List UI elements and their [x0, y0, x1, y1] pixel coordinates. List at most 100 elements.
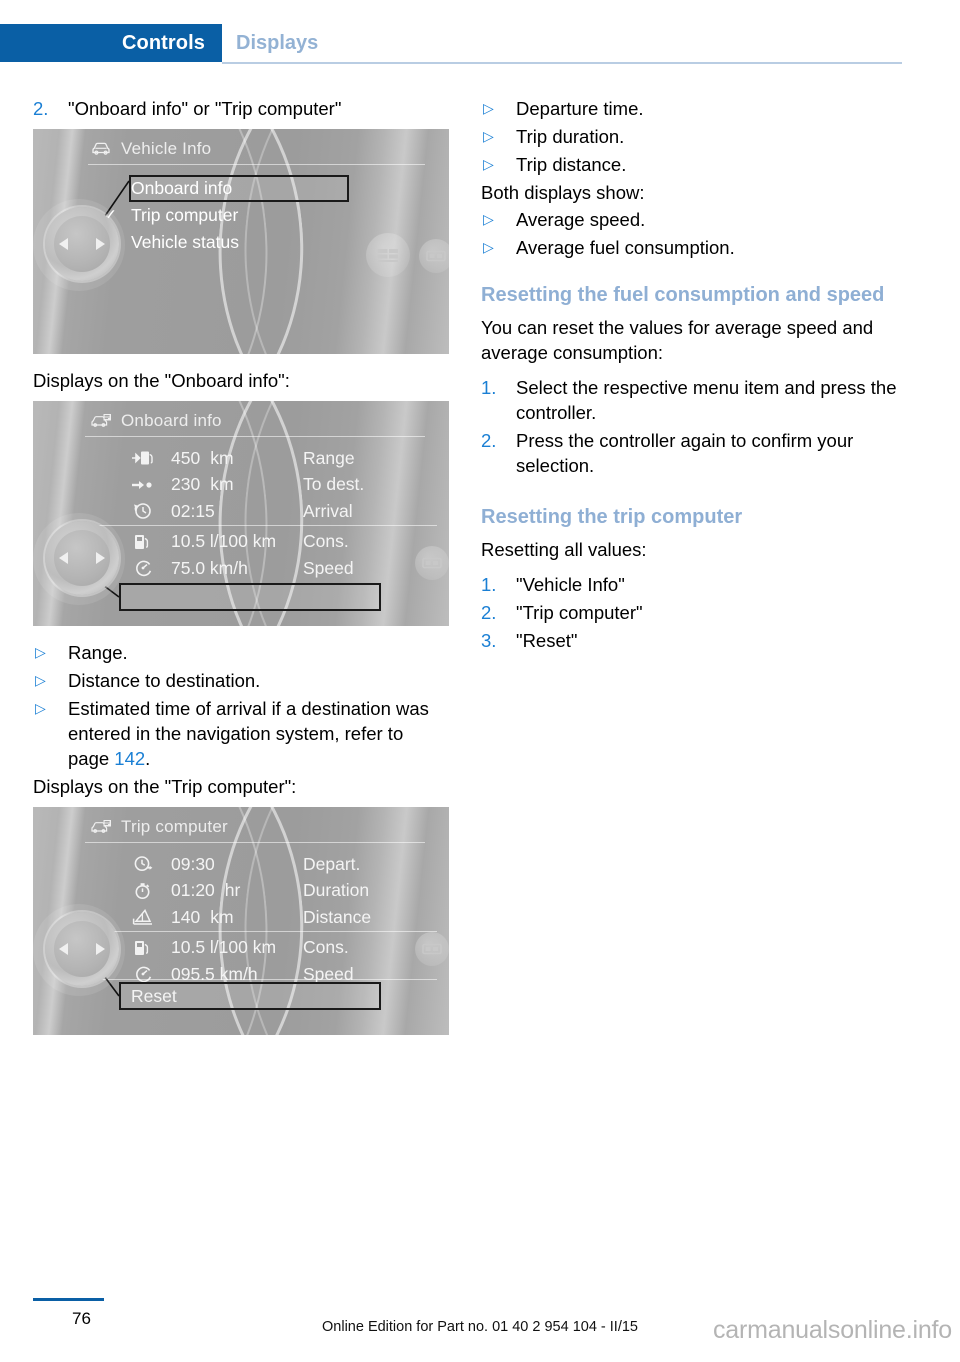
step-number: 2.: [481, 430, 497, 451]
manual-page: Controls Displays 2. "Onboard info" or "…: [0, 0, 960, 1362]
list-item: ▷ Trip duration.: [481, 124, 897, 149]
table-row-selected[interactable]: 75.0 km/h Speed: [131, 555, 431, 582]
menu-item-onboard-info[interactable]: Onboard info: [131, 175, 381, 202]
display-glyph-icon: [422, 943, 442, 955]
list-item: ▷ Departure time.: [481, 96, 897, 121]
step-text: "Onboard info" or "Trip computer": [68, 98, 342, 119]
triangle-bullet-icon: ▷: [35, 672, 46, 688]
screen-title-row: Onboard info: [90, 411, 401, 431]
step-number: 3.: [481, 630, 497, 651]
step-text: "Vehicle Info": [516, 574, 625, 595]
table-cell-value: 01:20 hr: [171, 880, 241, 901]
table-cell-label: Arrival: [303, 500, 353, 521]
list-item-text: Distance to destination.: [68, 670, 261, 691]
table-row[interactable]: 450 km Range: [131, 445, 431, 472]
triangle-bullet-icon: ▷: [483, 100, 494, 116]
table-row[interactable]: 140 km Distance: [131, 904, 431, 931]
list-item: ▷ Range.: [33, 640, 449, 665]
table-cell-value: 09:30: [171, 853, 215, 874]
idrive-controller-icon[interactable]: [33, 199, 125, 291]
table-separator: [93, 979, 437, 980]
table-cell-label: Cons.: [303, 937, 349, 958]
table-row[interactable]: 02:15 Arrival: [131, 498, 431, 525]
list-item: 1. Select the respective menu item and p…: [481, 375, 897, 425]
list-item-text: Average fuel consumption.: [516, 237, 735, 258]
list-item: ▷ Average speed.: [481, 207, 897, 232]
screen-title-row: Trip computer: [90, 817, 401, 837]
intro-reset-fuel: You can reset the values for average spe…: [481, 317, 874, 363]
tab-displays-label: Displays: [236, 31, 319, 54]
list-item: ▷ Trip distance.: [481, 152, 897, 177]
menu-glyph-icon: [377, 248, 398, 262]
figure-onboard-info: Onboard info 450 km Range 230 km To dest…: [33, 401, 449, 626]
tab-controls[interactable]: Controls: [0, 24, 222, 62]
figure-vehicle-info: Vehicle Info Onboard info ✓ Trip compute…: [33, 129, 449, 354]
watermark: carmanualsonline.info: [712, 1316, 952, 1344]
arrival-clock-icon: [131, 501, 171, 521]
list-item: 3. "Reset": [481, 628, 897, 653]
table-row[interactable]: 09:30 Depart.: [131, 851, 431, 878]
table-cell-value: 140 km: [171, 906, 234, 927]
footer-divider: [33, 1298, 104, 1301]
triangle-bullet-icon: ▷: [483, 156, 494, 172]
menu-item-trip-computer[interactable]: ✓ Trip computer: [103, 202, 381, 229]
list-item-text: Estimated time of arrival if a destinati…: [68, 696, 449, 771]
tab-controls-label: Controls: [121, 31, 205, 54]
intro-reset-trip: Resetting all values:: [481, 539, 647, 560]
screen-title-underline: [88, 164, 425, 165]
right-column: ▷ Departure time. ▷ Trip duration. ▷ Tri…: [481, 96, 897, 656]
page-header: Controls Displays: [0, 24, 960, 64]
step-number: 2.: [33, 98, 49, 119]
menu-button-icon[interactable]: [366, 233, 410, 277]
step-number: 1.: [481, 574, 497, 595]
table-separator: [93, 524, 437, 526]
list-item: 2. Press the controller again to confirm…: [481, 428, 897, 478]
menu-item-label: Vehicle status: [131, 232, 239, 252]
menu-item-label: Trip computer: [131, 205, 239, 225]
page-reference-link[interactable]: 142: [114, 748, 145, 769]
table-cell-label: Cons.: [303, 531, 349, 552]
table-row[interactable]: 01:20 hr Duration: [131, 878, 431, 905]
distance-icon: [131, 907, 171, 927]
onboard-info-table: 450 km Range 230 km To dest. 02:15 Arriv…: [93, 445, 437, 582]
table-row[interactable]: 230 km To dest.: [131, 472, 431, 499]
fuel-pump-icon: [131, 532, 171, 552]
list-item: 2. "Onboard info" or "Trip computer": [33, 96, 449, 121]
list-item-text: Trip distance.: [516, 154, 627, 175]
table-cell-value: 450 km: [171, 447, 234, 468]
idrive-controller-icon[interactable]: [33, 904, 125, 996]
list-item: ▷ Distance to destination.: [33, 668, 449, 693]
speedometer-icon: [131, 558, 171, 578]
selection-highlight: [119, 583, 381, 611]
display-button-icon[interactable]: [415, 546, 449, 580]
menu-item-vehicle-status[interactable]: Vehicle status: [131, 229, 381, 256]
screen-title: Trip computer: [121, 817, 228, 836]
table-cell-value: 230 km: [171, 474, 234, 495]
section-heading-reset-trip: Resetting the trip computer: [481, 506, 743, 528]
display-button-icon[interactable]: [415, 932, 449, 966]
list-item: 2. "Trip computer": [481, 600, 897, 625]
table-cell-label: Range: [303, 447, 355, 468]
table-row[interactable]: 10.5 l/100 km Cons.: [131, 935, 431, 962]
step-number: 2.: [481, 602, 497, 623]
screen-title: Vehicle Info: [121, 139, 212, 158]
list-item: ▷ Estimated time of arrival if a destina…: [33, 696, 449, 771]
reset-button-label: Reset: [131, 985, 177, 1006]
step-text: "Trip computer": [516, 602, 643, 623]
table-row[interactable]: 10.5 l/100 km Cons.: [131, 529, 431, 556]
reset-button[interactable]: Reset: [119, 982, 381, 1010]
screen-title: Onboard info: [121, 411, 222, 430]
left-column: 2. "Onboard info" or "Trip computer" Veh…: [33, 96, 449, 1049]
onboard-display-icon: [91, 820, 111, 833]
page-footer: 76 Online Edition for Part no. 01 40 2 9…: [0, 1292, 960, 1362]
table-cell-value: 10.5 l/100 km: [171, 937, 277, 958]
step-number: 1.: [481, 377, 497, 398]
triangle-bullet-icon: ▷: [35, 644, 46, 660]
idrive-controller-icon[interactable]: [33, 513, 125, 605]
list-item: 1. "Vehicle Info": [481, 572, 897, 597]
stopwatch-icon: [131, 881, 171, 901]
menu-item-label: Onboard info: [131, 178, 233, 198]
tab-displays[interactable]: Displays: [236, 24, 318, 62]
display-button-icon[interactable]: [419, 239, 449, 273]
step-text: Press the controller again to confirm yo…: [516, 430, 854, 476]
